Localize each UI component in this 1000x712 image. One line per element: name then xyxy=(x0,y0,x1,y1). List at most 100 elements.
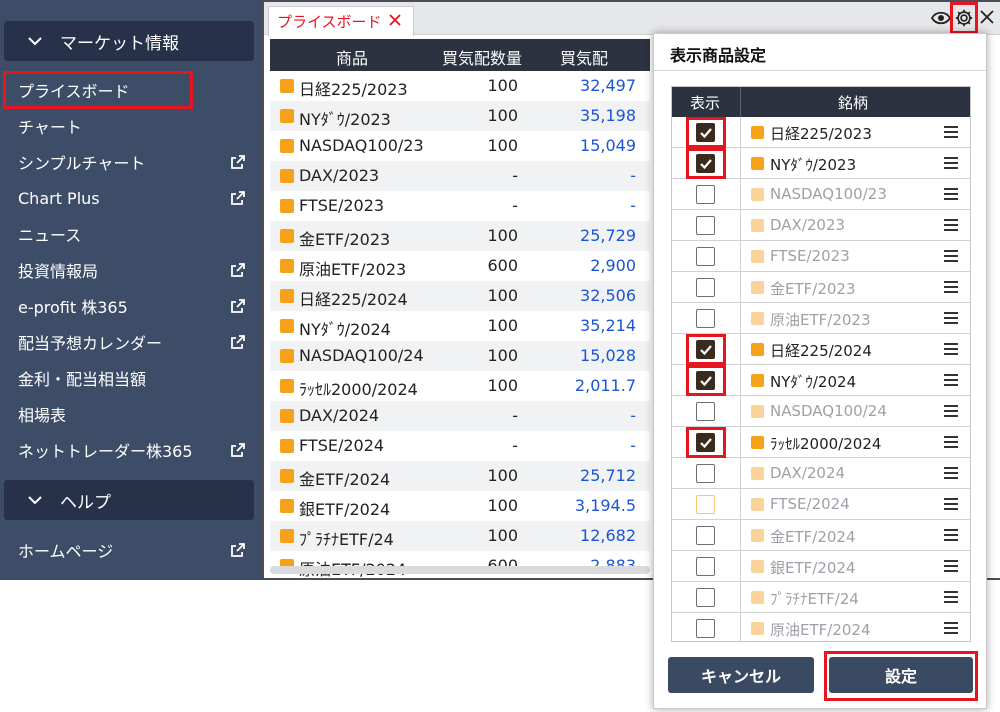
symbol-color-marker xyxy=(751,591,764,604)
list-item[interactable]: FTSE/2024 xyxy=(672,489,970,520)
list-item[interactable]: 日経225/2024 xyxy=(672,334,970,365)
eye-icon[interactable] xyxy=(930,7,952,29)
list-item[interactable]: FTSE/2023 xyxy=(672,241,970,272)
drag-handle-icon[interactable] xyxy=(944,529,958,541)
list-item[interactable]: 金ETF/2024 xyxy=(672,520,970,551)
drag-handle-icon[interactable] xyxy=(944,126,958,138)
sidebar-item-eprofit[interactable]: e-profit 株365 xyxy=(0,288,262,324)
table-row[interactable]: 原油ETF/2023 600 2,900 xyxy=(270,251,650,281)
show-checkbox[interactable] xyxy=(696,526,715,545)
symbol-name: 原油ETF/2023 xyxy=(770,311,871,329)
cancel-button[interactable]: キャンセル xyxy=(668,657,814,693)
highlight-frame xyxy=(686,117,726,148)
tab-priceboard[interactable]: プライスボード xyxy=(268,6,414,36)
sidebar-item-interest-dividend[interactable]: 金利・配当相当額 xyxy=(0,360,262,396)
apply-button[interactable]: 設定 xyxy=(829,657,973,693)
list-item[interactable]: DAX/2024 xyxy=(672,458,970,489)
bid-quantity: - xyxy=(512,406,518,425)
drag-handle-icon[interactable] xyxy=(944,188,958,200)
show-checkbox[interactable] xyxy=(696,588,715,607)
table-row[interactable]: DAX/2024 - - xyxy=(270,401,650,431)
symbol-name: 金ETF/2023 xyxy=(299,230,391,249)
sidebar-item-homepage[interactable]: ホームページ xyxy=(0,532,262,568)
symbol-color-marker xyxy=(751,374,764,387)
table-row[interactable]: 金ETF/2023 100 25,729 xyxy=(270,221,650,251)
show-checkbox[interactable] xyxy=(696,495,715,514)
drag-handle-icon[interactable] xyxy=(944,343,958,355)
bid-quantity: 100 xyxy=(487,466,518,485)
show-checkbox[interactable] xyxy=(696,247,715,266)
list-item[interactable]: ﾌﾟﾗﾁﾅETF/24 xyxy=(672,582,970,613)
sidebar-item-chart-plus[interactable]: Chart Plus xyxy=(0,180,262,216)
list-item[interactable]: NASDAQ100/23 xyxy=(672,179,970,210)
sidebar-item-simple-chart[interactable]: シンプルチャート xyxy=(0,144,262,180)
table-row[interactable]: 銀ETF/2024 100 3,194.5 xyxy=(270,491,650,521)
list-item[interactable]: 金ETF/2023 xyxy=(672,272,970,303)
list-item[interactable]: DAX/2023 xyxy=(672,210,970,241)
table-row[interactable]: ﾗｯｾﾙ2000/2024 100 2,011.7 xyxy=(270,371,650,401)
sidebar-item-priceboard[interactable]: プライスボード xyxy=(3,71,193,109)
bid-price: - xyxy=(630,436,636,455)
drag-handle-icon[interactable] xyxy=(944,219,958,231)
close-icon[interactable] xyxy=(978,8,996,26)
sidebar-item-dividend-calendar[interactable]: 配当予想カレンダー xyxy=(0,324,262,360)
table-row[interactable]: NASDAQ100/24 100 15,028 xyxy=(270,341,650,371)
table-row[interactable]: ﾌﾟﾗﾁﾅETF/24 100 12,682 xyxy=(270,521,650,551)
table-row[interactable]: DAX/2023 - - xyxy=(270,161,650,191)
list-item[interactable]: 原油ETF/2024 xyxy=(672,613,970,641)
sidebar-item-label: 投資情報局 xyxy=(18,262,99,281)
drag-handle-icon[interactable] xyxy=(944,405,958,417)
symbol-name: FTSE/2024 xyxy=(299,436,385,455)
table-row[interactable]: NYﾀﾞｳ/2024 100 35,214 xyxy=(270,311,650,341)
drag-handle-icon[interactable] xyxy=(944,622,958,634)
drag-handle-icon[interactable] xyxy=(944,467,958,479)
close-icon[interactable] xyxy=(387,12,403,28)
drag-handle-icon[interactable] xyxy=(944,436,958,448)
drag-handle-icon[interactable] xyxy=(944,281,958,293)
show-checkbox[interactable] xyxy=(696,278,715,297)
bid-price: - xyxy=(630,196,636,215)
section-header-help[interactable]: ヘルプ xyxy=(4,480,254,520)
table-row[interactable]: 金ETF/2024 100 25,712 xyxy=(270,461,650,491)
sidebar-item-nettrader[interactable]: ネットトレーダー株365 xyxy=(0,432,262,468)
sidebar-item-news[interactable]: ニュース xyxy=(0,216,262,252)
list-item[interactable]: 銀ETF/2024 xyxy=(672,551,970,582)
table-row[interactable]: 日経225/2023 100 32,497 xyxy=(270,71,650,101)
table-row[interactable]: FTSE/2023 - - xyxy=(270,191,650,221)
drag-handle-icon[interactable] xyxy=(944,560,958,572)
table-row[interactable]: NYﾀﾞｳ/2023 100 35,198 xyxy=(270,101,650,131)
list-item[interactable]: NASDAQ100/24 xyxy=(672,396,970,427)
table-row[interactable]: FTSE/2024 - - xyxy=(270,431,650,461)
show-checkbox[interactable] xyxy=(696,557,715,576)
drag-handle-icon[interactable] xyxy=(944,312,958,324)
list-item[interactable]: 原油ETF/2023 xyxy=(672,303,970,334)
show-checkbox[interactable] xyxy=(696,185,715,204)
horizontal-scrollbar[interactable] xyxy=(270,566,650,574)
show-checkbox[interactable] xyxy=(696,464,715,483)
list-item[interactable]: NYﾀﾞｳ/2023 xyxy=(672,148,970,179)
show-checkbox[interactable] xyxy=(696,309,715,328)
symbol-name: NASDAQ100/24 xyxy=(299,346,424,365)
show-checkbox[interactable] xyxy=(696,216,715,235)
sidebar-item-chart[interactable]: チャート xyxy=(0,108,262,144)
drag-handle-icon[interactable] xyxy=(944,498,958,510)
list-item[interactable]: 日経225/2023 xyxy=(672,117,970,148)
settings-button[interactable] xyxy=(950,2,978,34)
symbol-color-marker xyxy=(751,188,764,201)
list-item[interactable]: NYﾀﾞｳ/2024 xyxy=(672,365,970,396)
show-checkbox[interactable] xyxy=(696,619,715,638)
bid-quantity: 600 xyxy=(487,256,518,275)
drag-handle-icon[interactable] xyxy=(944,157,958,169)
drag-handle-icon[interactable] xyxy=(944,374,958,386)
table-row[interactable]: NASDAQ100/23 100 15,049 xyxy=(270,131,650,161)
show-checkbox[interactable] xyxy=(696,402,715,421)
list-item[interactable]: ﾗｯｾﾙ2000/2024 xyxy=(672,427,970,458)
drag-handle-icon[interactable] xyxy=(944,591,958,603)
table-row[interactable]: 日経225/2024 100 32,506 xyxy=(270,281,650,311)
symbol-name: DAX/2023 xyxy=(299,166,380,185)
sidebar-item-investment-info[interactable]: 投資情報局 xyxy=(0,252,262,288)
drag-handle-icon[interactable] xyxy=(944,250,958,262)
section-header-market[interactable]: マーケット情報 xyxy=(4,21,254,61)
sidebar-item-market-table[interactable]: 相場表 xyxy=(0,396,262,432)
symbol-color-marker xyxy=(280,199,294,213)
